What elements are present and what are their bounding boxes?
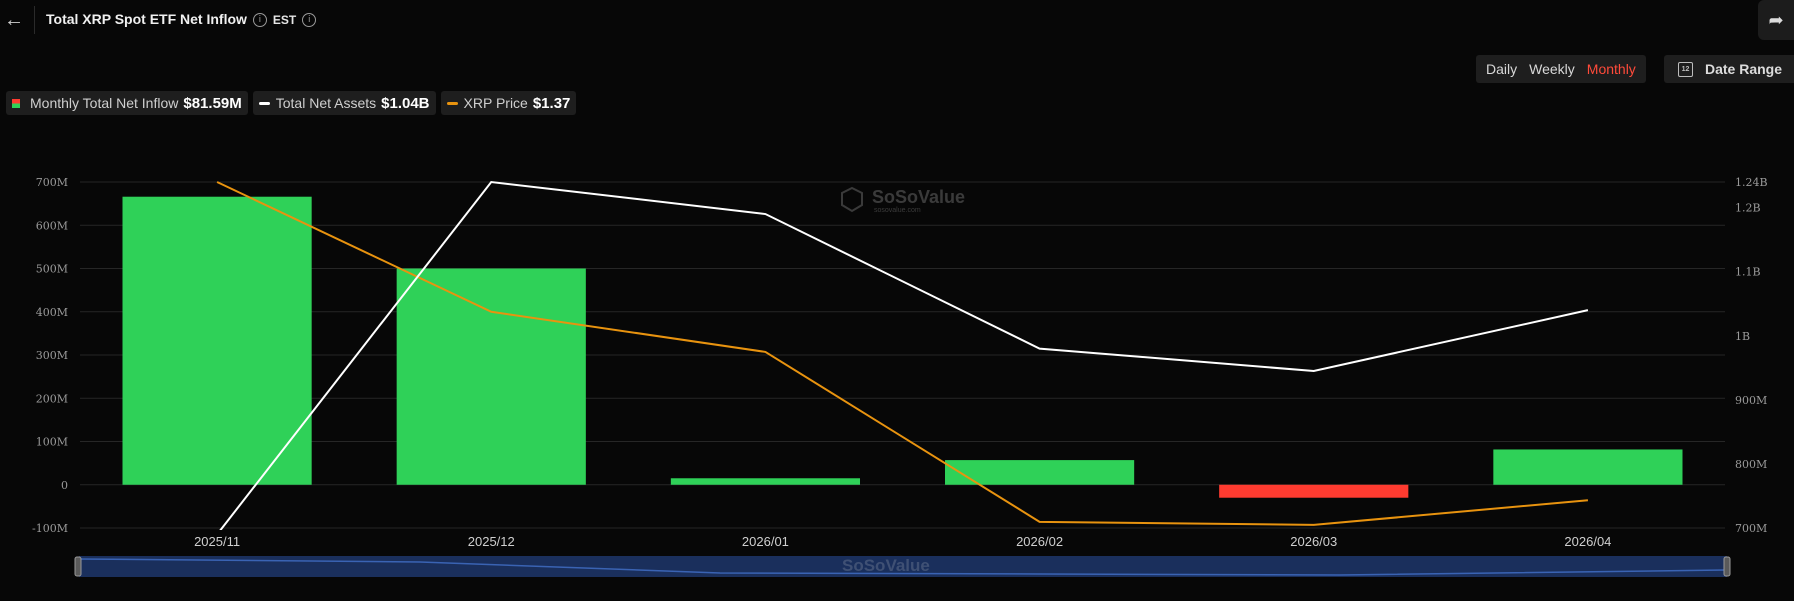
y-axis-right-tick-label: 700M [1735, 522, 1767, 535]
y-axis-left-tick-label: -100M [32, 522, 68, 535]
bar-2026-01 [670, 478, 861, 485]
y-axis-right-tick-label: 1.2B [1735, 202, 1761, 215]
y-axis-left-tick-label: 500M [36, 263, 68, 276]
bar-2026-03 [1219, 484, 1409, 498]
y-axis-left-tick-label: 300M [36, 349, 68, 362]
y-axis-right-tick-label: 1B [1735, 330, 1750, 343]
x-axis-tick-label: 2025/11 [194, 534, 240, 549]
net-inflow-chart: -100M 0 100M 200M 300M 400M 500M 600M 700M 700M 80… [32, 176, 1768, 577]
navigator-handle-right[interactable] [1723, 556, 1731, 577]
y-axis-left-tick-label: 0 [61, 479, 68, 492]
x-axis-tick-label: 2026/02 [1016, 534, 1063, 549]
x-axis-tick-label: 2026/01 [742, 534, 789, 549]
logo-hex-icon [841, 186, 863, 213]
y-axis-left-tick-label: 400M [36, 306, 68, 319]
y-axis-left-tick-label: 200M [36, 392, 68, 405]
x-axis-tick-label: 2025/12 [468, 534, 515, 549]
x-axis-tick-label: 2026/03 [1290, 534, 1337, 549]
y-axis-right-tick-label: 1.1B [1735, 266, 1761, 279]
bar-2026-04 [1493, 449, 1683, 485]
y-axis-left-tick-label: 600M [36, 219, 68, 232]
watermark-url: sosovalue.com [874, 207, 921, 214]
y-axis-right-tick-label: 800M [1735, 458, 1767, 471]
bar-2025-11 [122, 196, 312, 485]
y-axis-left-tick-label: 100M [36, 436, 68, 449]
watermark-brand: SoSoValue [872, 187, 965, 207]
range-navigator[interactable]: SoSoValue [74, 556, 1731, 577]
watermark-logo: SoSoValuesosovalue.com [841, 186, 965, 214]
bar-2025-12 [396, 268, 586, 485]
y-axis-right-tick-label: 900M [1735, 394, 1767, 407]
y-axis-left-tick-label: 700M [36, 176, 68, 189]
x-axis-tick-label: 2026/04 [1564, 534, 1611, 549]
navigator-handle-left[interactable] [74, 556, 82, 577]
y-axis-right-tick-label: 1.24B [1735, 176, 1768, 189]
navigator-watermark: SoSoValue [842, 556, 930, 575]
